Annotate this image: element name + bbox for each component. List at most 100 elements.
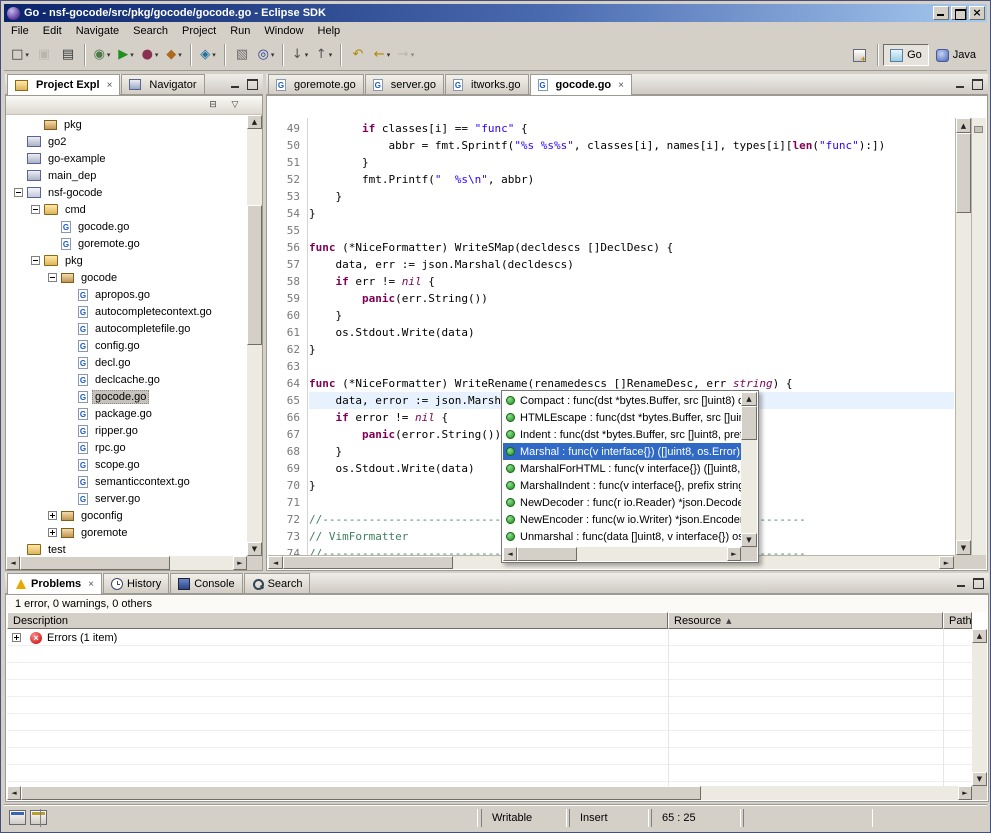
scroll-right-icon[interactable] bbox=[233, 556, 247, 570]
tree-item-autocompletefile-go[interactable]: autocompletefile.go bbox=[6, 320, 247, 337]
scroll-thumb[interactable] bbox=[21, 786, 701, 800]
code-line[interactable]: } bbox=[309, 154, 954, 171]
tree-item-declcache-go[interactable]: declcache.go bbox=[6, 371, 247, 388]
tree-item-server-go[interactable]: server.go bbox=[6, 490, 247, 507]
code-line[interactable]: } bbox=[309, 205, 954, 222]
completion-item-indent[interactable]: Indent : func(dst *bytes.Buffer, src []u… bbox=[503, 426, 741, 443]
collapse-all-button[interactable]: ⊟ bbox=[204, 97, 222, 113]
run-button[interactable]: ▶▾ bbox=[114, 43, 138, 67]
problems-row-errors[interactable]: Errors (1 item) bbox=[7, 629, 972, 646]
print-button[interactable]: ▤ bbox=[56, 43, 80, 67]
view-tab-console[interactable]: Console bbox=[170, 573, 242, 593]
collapse-icon[interactable] bbox=[14, 188, 23, 197]
save-button[interactable]: ▣ bbox=[32, 43, 56, 67]
dropdown-caret-icon[interactable]: ▾ bbox=[130, 51, 134, 59]
minimize-view-icon[interactable] bbox=[227, 77, 242, 91]
prev-annotation-button[interactable]: ↑▾ bbox=[312, 43, 336, 67]
forward-button[interactable]: →▾ bbox=[394, 43, 418, 67]
maximize-view-icon[interactable] bbox=[970, 77, 985, 91]
fast-view-icon[interactable] bbox=[9, 810, 26, 825]
tree-item-pkg[interactable]: pkg bbox=[6, 116, 247, 133]
minimize-view-icon[interactable] bbox=[953, 576, 968, 590]
dropdown-caret-icon[interactable]: ▾ bbox=[178, 51, 182, 59]
profile-button[interactable]: ●▾ bbox=[138, 43, 162, 67]
code-line[interactable] bbox=[309, 222, 954, 239]
tree-item-pkg[interactable]: pkg bbox=[6, 252, 247, 269]
menu-file[interactable]: File bbox=[4, 23, 36, 39]
completion-item-marshalindent[interactable]: MarshalIndent : func(v interface{}, pref… bbox=[503, 477, 741, 494]
dropdown-caret-icon[interactable]: ▾ bbox=[305, 51, 309, 59]
completion-item-marshal[interactable]: Marshal : func(v interface{}) ([]uint8, … bbox=[503, 443, 741, 460]
scroll-up-icon[interactable] bbox=[741, 392, 757, 406]
open-perspective-button[interactable] bbox=[846, 44, 873, 66]
code-line[interactable]: abbr = fmt.Sprintf("%s %s%s", classes[i]… bbox=[309, 137, 954, 154]
view-tab-search[interactable]: Search bbox=[244, 573, 311, 593]
dropdown-caret-icon[interactable]: ▾ bbox=[25, 51, 29, 59]
new-wizard-button[interactable]: □▾ bbox=[8, 43, 32, 67]
tree-item-goconfig[interactable]: goconfig bbox=[6, 507, 247, 524]
column-description[interactable]: Description bbox=[7, 612, 668, 629]
menu-edit[interactable]: Edit bbox=[36, 23, 69, 39]
menu-window[interactable]: Window bbox=[257, 23, 310, 39]
scroll-thumb[interactable] bbox=[517, 547, 577, 561]
menu-project[interactable]: Project bbox=[175, 23, 223, 39]
tree-item-config-go[interactable]: config.go bbox=[6, 337, 247, 354]
code-line[interactable]: panic(err.String()) bbox=[309, 290, 954, 307]
menu-run[interactable]: Run bbox=[223, 23, 257, 39]
back-button[interactable]: ←▾ bbox=[370, 43, 394, 67]
scroll-thumb[interactable] bbox=[247, 205, 262, 345]
view-menu-button[interactable]: ▽ bbox=[226, 97, 244, 113]
completion-item-unmarshal[interactable]: Unmarshal : func(data []uint8, v interfa… bbox=[503, 528, 741, 545]
tree-item-rpc-go[interactable]: rpc.go bbox=[6, 439, 247, 456]
tree-item-go-example[interactable]: go-example bbox=[6, 150, 247, 167]
code-line[interactable]: os.Stdout.Write(data) bbox=[309, 324, 954, 341]
expand-icon[interactable] bbox=[12, 633, 21, 642]
completion-item-htmlescape[interactable]: HTMLEscape : func(dst *bytes.Buffer, src… bbox=[503, 409, 741, 426]
code-line[interactable]: } bbox=[309, 188, 954, 205]
go-perspective-button[interactable]: Go bbox=[883, 44, 929, 66]
tree-item-gocode-go[interactable]: gocode.go bbox=[6, 388, 247, 405]
scroll-left-icon[interactable] bbox=[6, 556, 20, 570]
dropdown-caret-icon[interactable]: ▾ bbox=[155, 51, 159, 59]
code-line[interactable]: if err != nil { bbox=[309, 273, 954, 290]
scroll-thumb[interactable] bbox=[956, 133, 971, 213]
minimize-view-icon[interactable] bbox=[952, 77, 967, 91]
collapse-icon[interactable] bbox=[48, 273, 57, 282]
scroll-left-icon[interactable] bbox=[503, 547, 517, 561]
tree-item-gocode[interactable]: gocode bbox=[6, 269, 247, 286]
scroll-thumb[interactable] bbox=[283, 556, 453, 569]
code-line[interactable]: } bbox=[309, 341, 954, 358]
expand-icon[interactable] bbox=[48, 528, 57, 537]
tree-item-decl-go[interactable]: decl.go bbox=[6, 354, 247, 371]
scroll-right-icon[interactable] bbox=[727, 547, 741, 561]
code-line[interactable]: fmt.Printf(" %s\n", abbr) bbox=[309, 171, 954, 188]
view-tab-history[interactable]: History bbox=[103, 573, 169, 593]
maximize-button[interactable] bbox=[951, 6, 967, 20]
line-number-ruler[interactable]: 4950515253545556575859606162636465666768… bbox=[268, 118, 308, 555]
tree-item-main-dep[interactable]: main_dep bbox=[6, 167, 247, 184]
titlebar[interactable]: Go - nsf-gocode/src/pkg/gocode/gocode.go… bbox=[4, 4, 987, 22]
code-line[interactable]: func (*NiceFormatter) WriteSMap(decldesc… bbox=[309, 239, 954, 256]
editor-tab-server-go[interactable]: server.go bbox=[365, 74, 444, 94]
close-icon[interactable] bbox=[107, 79, 113, 91]
tree-item-package-go[interactable]: package.go bbox=[6, 405, 247, 422]
maximize-view-icon[interactable] bbox=[245, 77, 260, 91]
tree-item-scope-go[interactable]: scope.go bbox=[6, 456, 247, 473]
tree-item-cmd[interactable]: cmd bbox=[6, 201, 247, 218]
popup-vertical-scrollbar[interactable] bbox=[741, 392, 757, 547]
annotation-marker[interactable] bbox=[974, 126, 983, 133]
expand-icon[interactable] bbox=[48, 511, 57, 520]
popup-horizontal-scrollbar[interactable] bbox=[503, 547, 741, 561]
debug-button[interactable]: ◉▾ bbox=[90, 43, 114, 67]
overview-ruler[interactable] bbox=[971, 118, 986, 555]
column-resource[interactable]: Resource bbox=[668, 612, 943, 629]
code-line[interactable]: if classes[i] == "func" { bbox=[309, 120, 954, 137]
dropdown-caret-icon[interactable]: ▾ bbox=[107, 51, 111, 59]
close-icon[interactable] bbox=[88, 578, 94, 590]
scroll-up-icon[interactable] bbox=[247, 115, 262, 129]
explorer-tab-navigator[interactable]: Navigator bbox=[121, 74, 204, 94]
open-resource-button[interactable]: ▧ bbox=[230, 43, 254, 67]
collapse-icon[interactable] bbox=[31, 256, 40, 265]
external-tools-button[interactable]: ◆▾ bbox=[162, 43, 186, 67]
editor-tab-gocode-go[interactable]: gocode.go bbox=[530, 74, 632, 95]
